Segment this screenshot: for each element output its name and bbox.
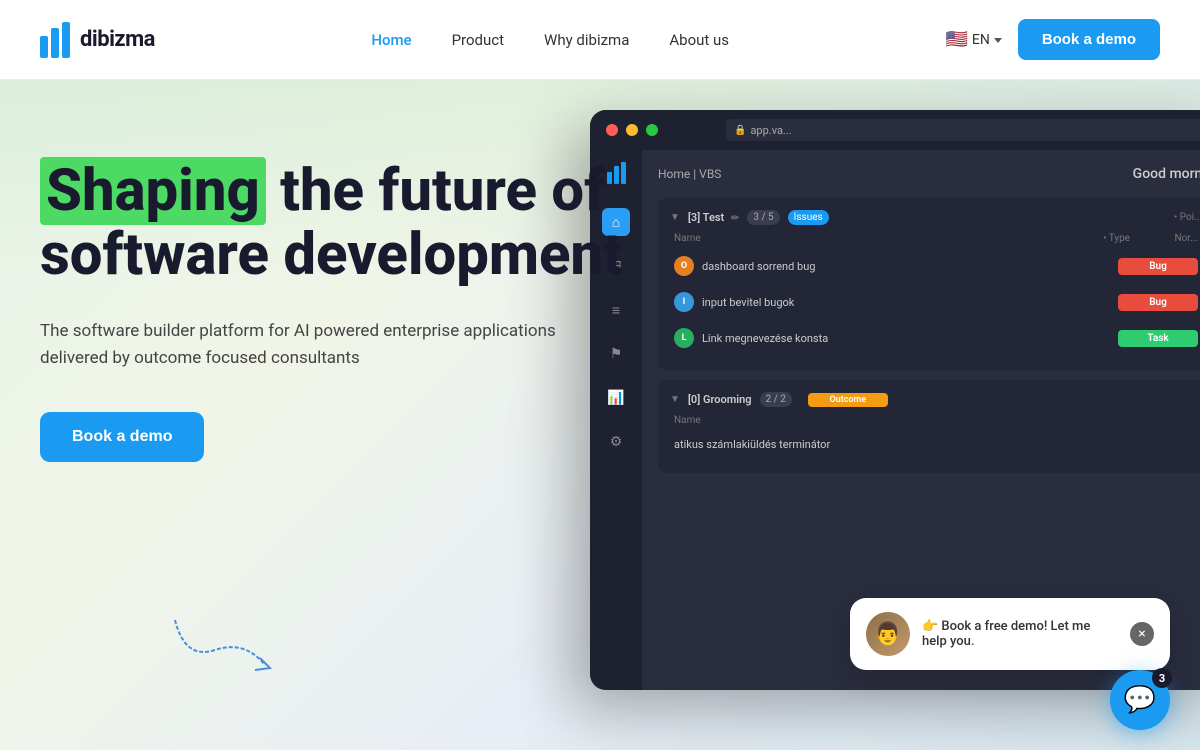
lang-label: EN xyxy=(972,32,990,48)
language-selector[interactable]: 🇺🇸 EN xyxy=(945,29,1001,50)
hero-content: Shaping the future of software developme… xyxy=(40,160,640,462)
hero-title-highlight: Shaping xyxy=(40,157,266,225)
sprint-toggle: ▼ xyxy=(670,212,680,223)
sprint-header: ▼ [3] Test ✏ 3 / 5 Issues • Poi... xyxy=(670,210,1200,225)
grooming-section: ▼ [0] Grooming 2 / 2 Outcome Name atikus… xyxy=(658,380,1200,473)
window-close-dot xyxy=(606,124,618,136)
chevron-down-icon xyxy=(994,38,1002,43)
task-name: Link megnevezése konsta xyxy=(702,332,1110,345)
grooming-count: 2 / 2 xyxy=(760,392,792,407)
squiggle-arrow xyxy=(165,600,285,684)
sprint-name: [3] Test ✏ xyxy=(688,211,739,224)
hero-cta-button[interactable]: Book a demo xyxy=(40,412,204,462)
chat-bubble: 👨 👉 Book a free demo! Let me help you. × xyxy=(850,598,1170,670)
avatar-face: 👨 xyxy=(874,622,901,647)
flag-icon: 🇺🇸 xyxy=(945,29,967,50)
col-extra-header: Nor... xyxy=(1138,233,1198,244)
point-label: • Poi... xyxy=(1174,212,1200,223)
grooming-toggle: ▼ xyxy=(670,394,680,405)
task-tag-bug: Bug xyxy=(1118,294,1198,311)
intercom-badge: 3 xyxy=(1152,668,1172,688)
table-row[interactable]: L Link megnevezése konsta Task xyxy=(670,322,1200,354)
logo-icon xyxy=(40,22,70,58)
table-row[interactable]: atikus számlakiüldés terminátor xyxy=(670,432,1200,457)
avatar: O xyxy=(674,256,694,276)
nav-home[interactable]: Home xyxy=(371,31,411,49)
grooming-table-header: Name xyxy=(670,415,1200,426)
window-minimize-dot xyxy=(626,124,638,136)
logo-text: dibizma xyxy=(80,27,155,52)
chat-close-button[interactable]: × xyxy=(1130,622,1154,646)
app-greeting: Good morn... xyxy=(1133,166,1200,182)
sprint-section: ▼ [3] Test ✏ 3 / 5 Issues • Poi... Name xyxy=(658,198,1200,370)
logo-area: dibizma xyxy=(40,22,155,58)
task-name: input bevitel bugok xyxy=(702,296,1110,309)
app-header: Home | VBS Good morn... xyxy=(658,166,1200,182)
grooming-col-name: Name xyxy=(674,415,1198,426)
hero-title: Shaping the future of software developme… xyxy=(40,160,640,288)
device-topbar: 🔒 app.va... xyxy=(590,110,1200,150)
intercom-icon: 💬 xyxy=(1124,685,1156,715)
nav-about[interactable]: About us xyxy=(669,31,729,49)
main-nav: Home Product Why dibizma About us xyxy=(371,31,729,49)
logo-bar-1 xyxy=(40,36,48,58)
nav-why[interactable]: Why dibizma xyxy=(544,31,629,49)
address-text: app.va... xyxy=(750,124,791,137)
task-table-header: Name • Type Nor... xyxy=(670,233,1200,244)
hero-subtitle: The software builder platform for AI pow… xyxy=(40,318,560,372)
avatar: L xyxy=(674,328,694,348)
address-bar: 🔒 app.va... xyxy=(726,119,1200,141)
issues-badge: Issues xyxy=(788,210,829,225)
intercom-button[interactable]: 💬 3 xyxy=(1110,670,1170,730)
grooming-header: ▼ [0] Grooming 2 / 2 Outcome xyxy=(670,392,1200,407)
nav-product[interactable]: Product xyxy=(452,31,504,49)
avatar: I xyxy=(674,292,694,312)
col-type-header: • Type xyxy=(1030,233,1130,244)
chat-avatar: 👨 xyxy=(866,612,910,656)
outcome-badge: Outcome xyxy=(808,393,888,407)
table-row[interactable]: I input bevitel bugok Bug xyxy=(670,286,1200,318)
grooming-task-name: atikus számlakiüldés terminátor xyxy=(674,438,1198,451)
task-tag-bug: Bug xyxy=(1118,258,1198,275)
table-row[interactable]: O dashboard sorrend bug Bug xyxy=(670,250,1200,282)
window-maximize-dot xyxy=(646,124,658,136)
hero-section: Shaping the future of software developme… xyxy=(0,80,1200,750)
sprint-count: 3 / 5 xyxy=(747,210,779,225)
logo-bar-3 xyxy=(62,22,70,58)
book-demo-button[interactable]: Book a demo xyxy=(1018,19,1160,60)
task-name: dashboard sorrend bug xyxy=(702,260,1110,273)
lock-icon: 🔒 xyxy=(734,125,746,136)
grooming-name: [0] Grooming xyxy=(688,393,752,406)
logo-bar-2 xyxy=(51,28,59,58)
navbar-right: 🇺🇸 EN Book a demo xyxy=(945,19,1160,60)
col-name-header: Name xyxy=(674,233,1022,244)
task-tag-task: Task xyxy=(1118,330,1198,347)
chat-message: 👉 Book a free demo! Let me help you. xyxy=(922,619,1114,649)
navbar: dibizma Home Product Why dibizma About u… xyxy=(0,0,1200,80)
app-breadcrumb: Home | VBS xyxy=(658,167,721,181)
